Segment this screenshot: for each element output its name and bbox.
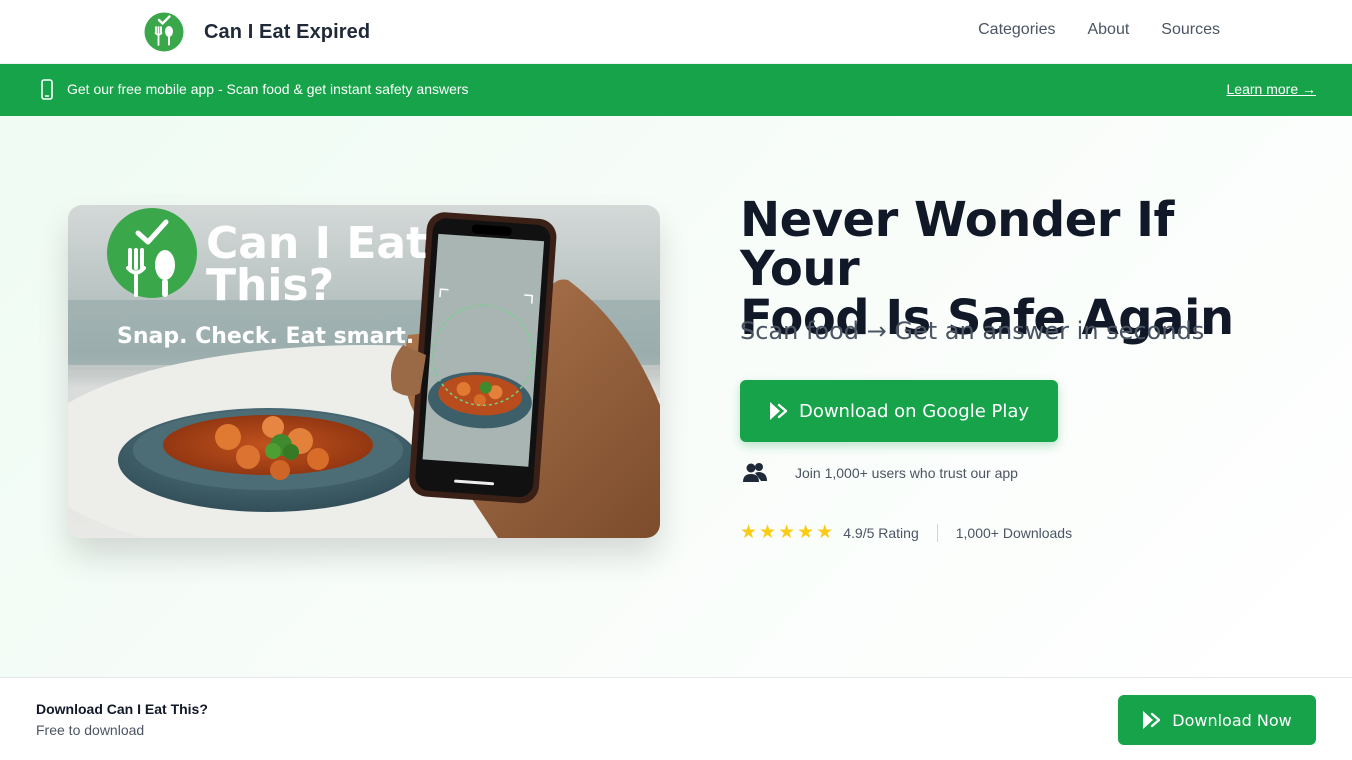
download-bar-subtitle: Free to download: [36, 722, 145, 738]
image-app-name-line2: This?: [206, 260, 334, 311]
nav-about-link[interactable]: About: [1087, 21, 1129, 39]
site-header: Can I Eat Expired Categories About Sourc…: [0, 0, 1352, 64]
nav-sources-link[interactable]: Sources: [1161, 21, 1220, 39]
rating-label: 4.9/5 Rating: [843, 525, 919, 541]
sticky-download-bar: Download Can I Eat This? Free to downloa…: [0, 677, 1352, 760]
star-icon: ★: [740, 522, 758, 543]
download-google-play-label: Download on Google Play: [798, 400, 1030, 422]
banner-text: Get our free mobile app - Scan food & ge…: [67, 81, 469, 97]
image-tagline: Snap. Check. Eat smart.: [117, 324, 414, 349]
social-proof-text: Join 1,000+ users who trust our app: [795, 465, 1018, 481]
rating-row: ★ ★ ★ ★ ★ 4.9/5 Rating 1,000+ Downloads: [740, 523, 1072, 543]
downloads-count: 1,000+ Downloads: [955, 525, 1073, 541]
app-promo-banner: Get our free mobile app - Scan food & ge…: [0, 64, 1352, 116]
mobile-phone-icon: [41, 79, 53, 100]
learn-more-link[interactable]: Learn more →: [1227, 81, 1316, 97]
nav-categories-link[interactable]: Categories: [978, 21, 1055, 39]
star-icon: ★: [759, 522, 777, 543]
rating-stars: ★ ★ ★ ★ ★: [740, 523, 833, 543]
brand-name: Can I Eat Expired: [204, 20, 371, 43]
star-icon: ★: [816, 522, 834, 543]
download-now-label: Download Now: [1172, 710, 1292, 730]
app-promo-image: Can I Eat This? Snap. Check. Eat smart.: [68, 205, 660, 538]
brand-home-link[interactable]: Can I Eat Expired: [144, 12, 370, 52]
download-google-play-button[interactable]: Download on Google Play: [740, 380, 1058, 442]
download-bar-title: Download Can I Eat This?: [36, 701, 208, 717]
main-nav: Categories About Sources: [978, 21, 1220, 39]
download-now-button[interactable]: Download Now: [1118, 695, 1316, 745]
star-icon: ★: [797, 522, 815, 543]
social-proof: Join 1,000+ users who trust our app: [742, 462, 1018, 484]
hero-subtitle: Scan food → Get an answer in seconds: [740, 317, 1205, 345]
star-icon: ★: [778, 522, 796, 543]
play-store-icon: [769, 402, 788, 420]
play-store-icon: [1143, 711, 1161, 729]
fork-spoon-check-logo-icon: [144, 12, 184, 52]
food-scan-illustration: Can I Eat This? Snap. Check. Eat smart.: [68, 205, 660, 538]
stats-divider: [936, 524, 938, 542]
users-icon: [743, 463, 767, 482]
hero-section: Can I Eat This? Snap. Check. Eat smart. …: [0, 116, 1352, 677]
hero-title-line1: Never Wonder If Your: [740, 192, 1174, 297]
